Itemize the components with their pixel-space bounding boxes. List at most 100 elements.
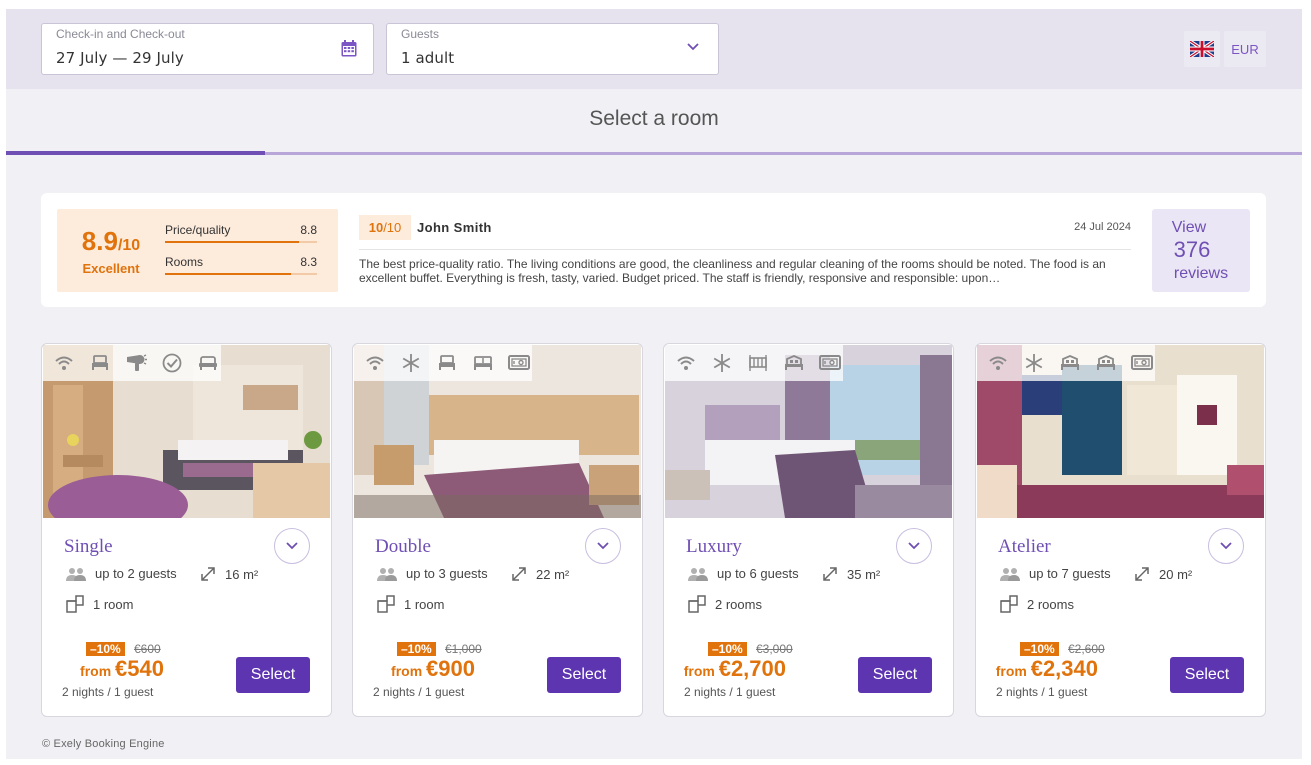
room-name[interactable]: Atelier xyxy=(998,536,1051,558)
criterion-bar-fill xyxy=(165,273,292,275)
room-card-atelier: Atelier up to 7 guests 20 m² 2 rooms –10… xyxy=(975,343,1266,717)
criterion-value: 8.3 xyxy=(300,255,317,269)
capacity: up to 6 guests xyxy=(688,566,799,581)
crib-icon xyxy=(745,350,771,376)
view-reviews-label: View xyxy=(1171,219,1207,236)
review-divider xyxy=(359,249,1131,250)
snowflake-icon xyxy=(709,350,735,376)
select-button[interactable]: Select xyxy=(547,657,621,693)
footer-copyright: © Exely Booking Engine xyxy=(42,738,165,750)
chevron-down-icon xyxy=(1220,542,1232,550)
current-price: from €2,700 xyxy=(684,656,786,682)
old-price: €2,600 xyxy=(1068,642,1105,656)
area: 22 m² xyxy=(511,566,569,582)
capacity-text: up to 3 guests xyxy=(406,566,488,581)
amenities xyxy=(665,345,843,381)
guests-icon xyxy=(66,567,86,581)
capacity-text: up to 2 guests xyxy=(95,566,177,581)
discount-badge: –10% xyxy=(86,642,125,656)
progress-fill xyxy=(6,151,266,155)
guests-value: 1 adult xyxy=(401,49,455,67)
room-count: 2 rooms xyxy=(1000,595,1074,613)
area-icon xyxy=(200,566,216,582)
room-card-luxury: Luxury up to 6 guests 35 m² 2 rooms –10%… xyxy=(663,343,954,717)
area: 16 m² xyxy=(200,566,258,582)
criterion-bar-fill xyxy=(165,241,299,243)
calendar-icon[interactable] xyxy=(341,40,357,57)
bed-icon xyxy=(87,350,113,376)
guests-field[interactable]: Guests 1 adult xyxy=(386,23,719,75)
dates-field[interactable]: Check-in and Check-out 27 July — 29 July xyxy=(41,23,374,75)
review-score-out-of: /10 xyxy=(383,220,402,235)
expand-button[interactable] xyxy=(274,528,310,564)
price-value: €2,340 xyxy=(1030,656,1098,681)
from-label: from xyxy=(683,663,719,679)
language-button[interactable] xyxy=(1184,31,1220,67)
room-card-double: Double up to 3 guests 22 m² 1 room –10% … xyxy=(352,343,643,717)
double-bed-icon xyxy=(470,350,496,376)
price-value: €540 xyxy=(115,656,164,681)
stay-info: 2 nights / 1 guest xyxy=(373,685,465,699)
area-icon xyxy=(822,566,838,582)
room-name[interactable]: Single xyxy=(64,536,113,558)
safe-icon xyxy=(817,350,843,376)
wifi-icon xyxy=(51,350,77,376)
current-price: from €900 xyxy=(391,656,475,682)
rating-summary: 8.9/10 Excellent Price/quality 8.8 Rooms… xyxy=(57,209,338,292)
view-reviews-button[interactable]: View 376 reviews xyxy=(1152,209,1250,292)
king-bed-icon xyxy=(781,350,807,376)
hairdryer-icon xyxy=(123,350,149,376)
bed-icon xyxy=(434,350,460,376)
currency-button[interactable]: EUR xyxy=(1224,31,1266,67)
current-price: from €540 xyxy=(80,656,164,682)
king-bed-icon xyxy=(1057,350,1083,376)
review-author: John Smith xyxy=(417,220,492,235)
expand-button[interactable] xyxy=(896,528,932,564)
snowflake-icon xyxy=(398,350,424,376)
select-button[interactable]: Select xyxy=(1170,657,1244,693)
area: 20 m² xyxy=(1134,566,1192,582)
dates-value: 27 July — 29 July xyxy=(56,49,184,67)
booking-frame: Check-in and Check-out 27 July — 29 July… xyxy=(6,9,1302,759)
score-word: Excellent xyxy=(82,261,140,276)
from-label: from xyxy=(80,663,116,679)
room-count: 1 room xyxy=(377,595,444,613)
score-out-of: /10 xyxy=(117,237,141,254)
room-name[interactable]: Luxury xyxy=(686,536,742,558)
room-name[interactable]: Double xyxy=(375,536,431,558)
expand-button[interactable] xyxy=(1208,528,1244,564)
king-bed-icon xyxy=(1093,350,1119,376)
area-text: 20 m² xyxy=(1159,566,1193,582)
chevron-down-icon xyxy=(908,542,920,550)
room-card-single: Single up to 2 guests 16 m² 1 room –10% … xyxy=(41,343,332,717)
safe-icon xyxy=(506,350,532,376)
area: 35 m² xyxy=(822,566,880,582)
room-count: 1 room xyxy=(66,595,133,613)
rooms-icon xyxy=(688,595,706,613)
amenities xyxy=(43,345,221,381)
guests-icon xyxy=(1000,567,1020,581)
select-button[interactable]: Select xyxy=(236,657,310,693)
current-price: from €2,340 xyxy=(996,656,1098,682)
guests-icon xyxy=(377,567,397,581)
reviews-count: 376 xyxy=(1173,237,1211,262)
review-score: 10/10 xyxy=(359,215,411,240)
guests-icon xyxy=(688,567,708,581)
guests-label: Guests xyxy=(401,27,440,41)
stay-info: 2 nights / 1 guest xyxy=(684,685,776,699)
search-bar: Check-in and Check-out 27 July — 29 July… xyxy=(6,9,1302,89)
room-count-text: 1 room xyxy=(93,596,134,612)
snowflake-icon xyxy=(1021,350,1047,376)
capacity: up to 2 guests xyxy=(66,566,177,581)
dates-label: Check-in and Check-out xyxy=(56,27,185,41)
from-label: from xyxy=(391,663,427,679)
expand-button[interactable] xyxy=(585,528,621,564)
progress-bar xyxy=(6,151,1302,155)
stay-info: 2 nights / 1 guest xyxy=(996,685,1088,699)
capacity-text: up to 6 guests xyxy=(717,566,799,581)
old-price: €1,000 xyxy=(445,642,482,656)
select-button[interactable]: Select xyxy=(858,657,932,693)
wifi-icon xyxy=(985,350,1011,376)
criterion-name: Rooms xyxy=(165,255,204,269)
capacity: up to 3 guests xyxy=(377,566,488,581)
